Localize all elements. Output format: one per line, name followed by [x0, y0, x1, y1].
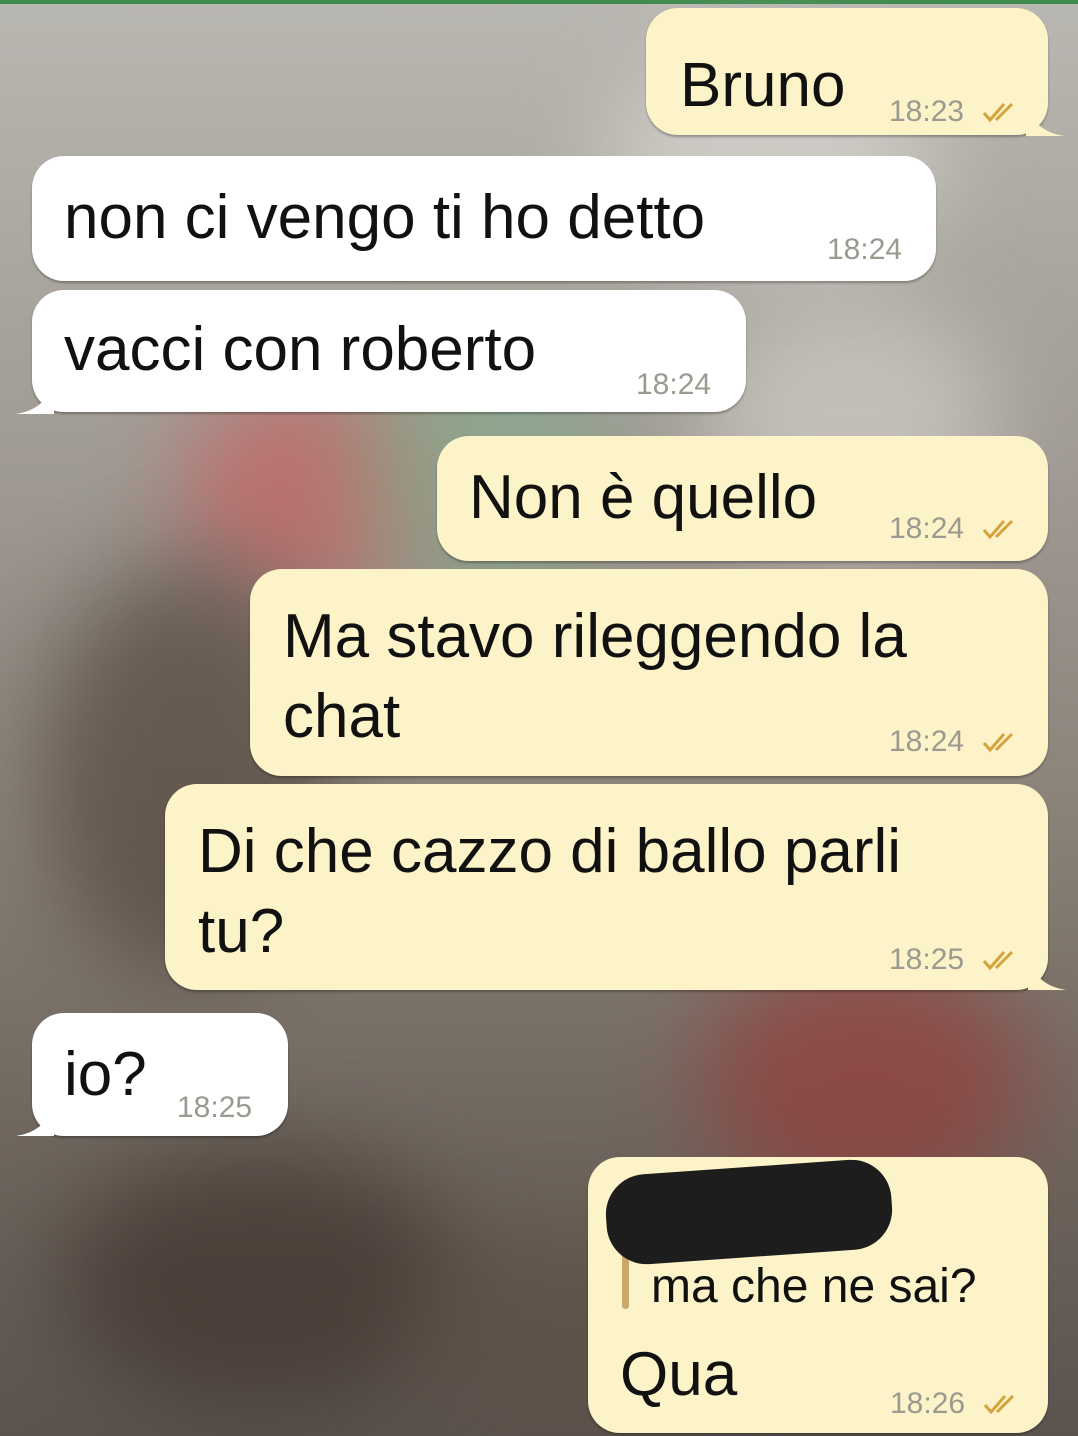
message-time: 18:25: [177, 1091, 253, 1124]
bubble-tail: [16, 1106, 54, 1136]
message-incoming[interactable]: vacci con roberto 18:24: [16, 290, 746, 414]
quoted-message-text: ma che ne sai?: [651, 1260, 977, 1313]
message-outgoing-reply[interactable]: ma che ne sai? Qua 18:26: [588, 1157, 1048, 1433]
message-outgoing[interactable]: Non è quello 18:24: [437, 436, 1048, 561]
message-outgoing[interactable]: Ma stavo rileggendo la chat 18:24: [250, 569, 1048, 776]
message-text: vacci con roberto: [64, 315, 537, 384]
message-time: 18:24: [889, 512, 965, 545]
double-check-icon: [982, 732, 1014, 753]
double-check-icon: [982, 950, 1014, 971]
message-incoming[interactable]: io? 18:25: [16, 1013, 288, 1136]
message-outgoing[interactable]: Bruno 18:23: [646, 8, 1064, 136]
message-incoming[interactable]: non ci vengo ti ho detto 18:24: [32, 156, 936, 281]
message-outgoing[interactable]: Di che cazzo di ballo parli tu? 18:25: [165, 784, 1066, 990]
message-text: io?: [64, 1040, 147, 1109]
message-text: non ci vengo ti ho detto: [64, 183, 706, 252]
message-text-line: Ma stavo rileggendo la: [283, 602, 907, 671]
message-time: 18:25: [889, 943, 965, 976]
message-time: 18:26: [890, 1387, 966, 1420]
message-text-line: chat: [283, 682, 401, 751]
message-text-line: Di che cazzo di ballo parli: [198, 817, 902, 886]
message-text: Qua: [620, 1340, 738, 1409]
bubble-tail: [1026, 106, 1064, 136]
double-check-icon: [983, 1394, 1015, 1415]
header-edge: [0, 0, 1078, 4]
double-check-icon: [982, 519, 1014, 540]
message-text: Bruno: [680, 51, 846, 120]
redacted-quote-author[interactable]: [603, 1157, 895, 1267]
message-time: 18:24: [827, 233, 903, 266]
bubble-tail: [1028, 960, 1066, 990]
message-text: Non è quello: [469, 463, 818, 532]
message-text-line: tu?: [198, 897, 285, 966]
message-time: 18:24: [636, 368, 712, 401]
message-time: 18:24: [889, 725, 965, 758]
bubble-tail: [16, 384, 54, 414]
double-check-icon: [982, 102, 1014, 123]
message-time: 18:23: [889, 95, 965, 128]
